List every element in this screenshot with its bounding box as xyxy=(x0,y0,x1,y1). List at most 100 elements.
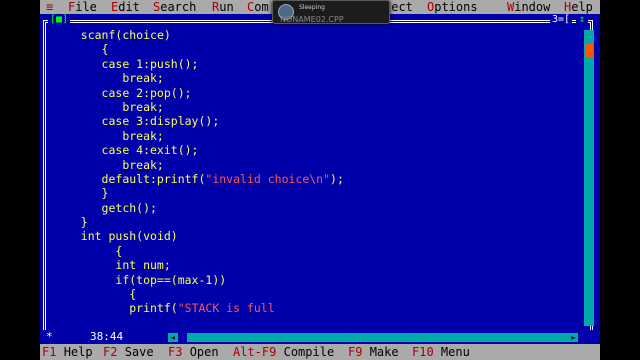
fkey-label: Make xyxy=(369,345,399,359)
code-line[interactable]: } xyxy=(60,215,560,229)
menu-run-label: un xyxy=(219,0,234,14)
code-text: int num; xyxy=(115,258,171,273)
code-text: break; xyxy=(122,99,164,114)
code-text: getch(); xyxy=(101,200,157,215)
fkey-compile[interactable]: Alt-F9 Compile xyxy=(233,344,334,360)
menu-search[interactable]: Search xyxy=(153,0,196,14)
scroll-right-arrow-icon[interactable]: ► xyxy=(569,333,578,342)
code-text: { xyxy=(101,42,109,57)
menu-compile-label: om xyxy=(254,0,269,14)
menu-search-label: earch xyxy=(160,0,197,14)
fkey-help[interactable]: F1 Help xyxy=(42,344,93,360)
code-text: break; xyxy=(122,128,164,143)
fkey-key: F2 xyxy=(103,345,118,359)
menu-window-label: indow xyxy=(514,0,551,14)
code-line[interactable]: { xyxy=(60,42,560,56)
code-text: break; xyxy=(122,71,164,86)
code-text: int push(void) xyxy=(80,229,178,244)
menu-edit-label: dit xyxy=(118,0,140,14)
fkey-save[interactable]: F2 Save xyxy=(103,344,154,360)
code-line[interactable]: break; xyxy=(60,71,560,85)
fkey-label: Compile xyxy=(283,345,335,359)
code-text: case 2:pop(); xyxy=(101,85,192,100)
code-line[interactable]: scanf(choice) xyxy=(60,28,560,42)
code-line[interactable]: default:printf("invalid choice\n"); xyxy=(60,172,560,186)
code-line[interactable]: break; xyxy=(60,100,560,114)
window-filename: NONAME02.CPP xyxy=(280,15,344,24)
code-line[interactable]: case 4:exit(); xyxy=(60,143,560,157)
code-line[interactable]: } xyxy=(60,186,560,200)
fkey-make[interactable]: F9 Make xyxy=(348,344,399,360)
code-line[interactable]: case 2:pop(); xyxy=(60,86,560,100)
vertical-scroll-thumb[interactable] xyxy=(585,44,593,57)
turbo-cpp-screen: ≡ File Edit Search Run Com ject Options … xyxy=(0,0,640,360)
code-text: } xyxy=(80,215,88,230)
menu-compile[interactable]: Com xyxy=(247,0,269,14)
system-menu-icon[interactable]: ≡ xyxy=(46,0,53,14)
vertical-scrollbar[interactable] xyxy=(584,30,594,326)
menu-edit[interactable]: Edit xyxy=(111,0,140,14)
code-text: printf( xyxy=(129,301,178,316)
function-key-bar: F1 Help F2 Save F3 Open Alt-F9 Compile F… xyxy=(40,344,600,360)
menu-options[interactable]: Options xyxy=(427,0,478,14)
code-line[interactable]: printf("STACK is full xyxy=(60,301,560,315)
fkey-open[interactable]: F3 Open xyxy=(168,344,219,360)
menu-window[interactable]: Window xyxy=(507,0,550,14)
code-line[interactable]: { xyxy=(60,244,560,258)
code-text: if(top==(max-1)) xyxy=(115,272,227,287)
code-line[interactable]: break; xyxy=(60,129,560,143)
fkey-label: Save xyxy=(124,345,154,359)
code-line[interactable]: case 1:push(); xyxy=(60,57,560,71)
code-line[interactable]: int num; xyxy=(60,258,560,272)
menu-run[interactable]: Run xyxy=(212,0,234,14)
fkey-key: F10 xyxy=(412,345,434,359)
code-line[interactable]: getch(); xyxy=(60,201,560,215)
menu-options-label: ptions xyxy=(434,0,478,14)
menu-help-label: elp xyxy=(571,0,593,14)
editor-window: [■] 3=[ ↕ scanf(choice) { case 1:push();… xyxy=(40,14,600,344)
fkey-key: Alt-F9 xyxy=(233,345,277,359)
fkey-key: F3 xyxy=(168,345,183,359)
tooltip-text: Sleeping xyxy=(299,4,325,11)
close-window-button[interactable]: [■] xyxy=(48,14,71,26)
modified-marker: * xyxy=(46,330,53,343)
fkey-menu[interactable]: F10 Menu xyxy=(412,344,470,360)
code-text: default:printf( xyxy=(101,171,206,186)
code-text: ); xyxy=(330,171,344,186)
menu-help[interactable]: Help xyxy=(564,0,593,14)
horizontal-scrollbar[interactable]: ◄ ► xyxy=(168,333,578,342)
fkey-label: Menu xyxy=(440,345,470,359)
code-text: { xyxy=(129,287,137,302)
code-line[interactable]: { xyxy=(60,287,560,301)
code-line[interactable]: int push(void) xyxy=(60,229,560,243)
code-line[interactable]: if(top==(max-1)) xyxy=(60,273,560,287)
zoom-window-icon[interactable]: ↕ xyxy=(576,14,588,26)
code-line[interactable]: break; xyxy=(60,158,560,172)
fkey-label: Help xyxy=(63,345,93,359)
code-area[interactable]: scanf(choice) { case 1:push(); break; ca… xyxy=(60,28,560,316)
scroll-left-arrow-icon[interactable]: ◄ xyxy=(168,333,177,342)
menu-file[interactable]: File xyxy=(68,0,97,14)
fkey-label: Open xyxy=(189,345,219,359)
fkey-key: F9 xyxy=(348,345,363,359)
horizontal-scroll-thumb[interactable] xyxy=(178,333,187,342)
code-line[interactable]: case 3:display(); xyxy=(60,114,560,128)
